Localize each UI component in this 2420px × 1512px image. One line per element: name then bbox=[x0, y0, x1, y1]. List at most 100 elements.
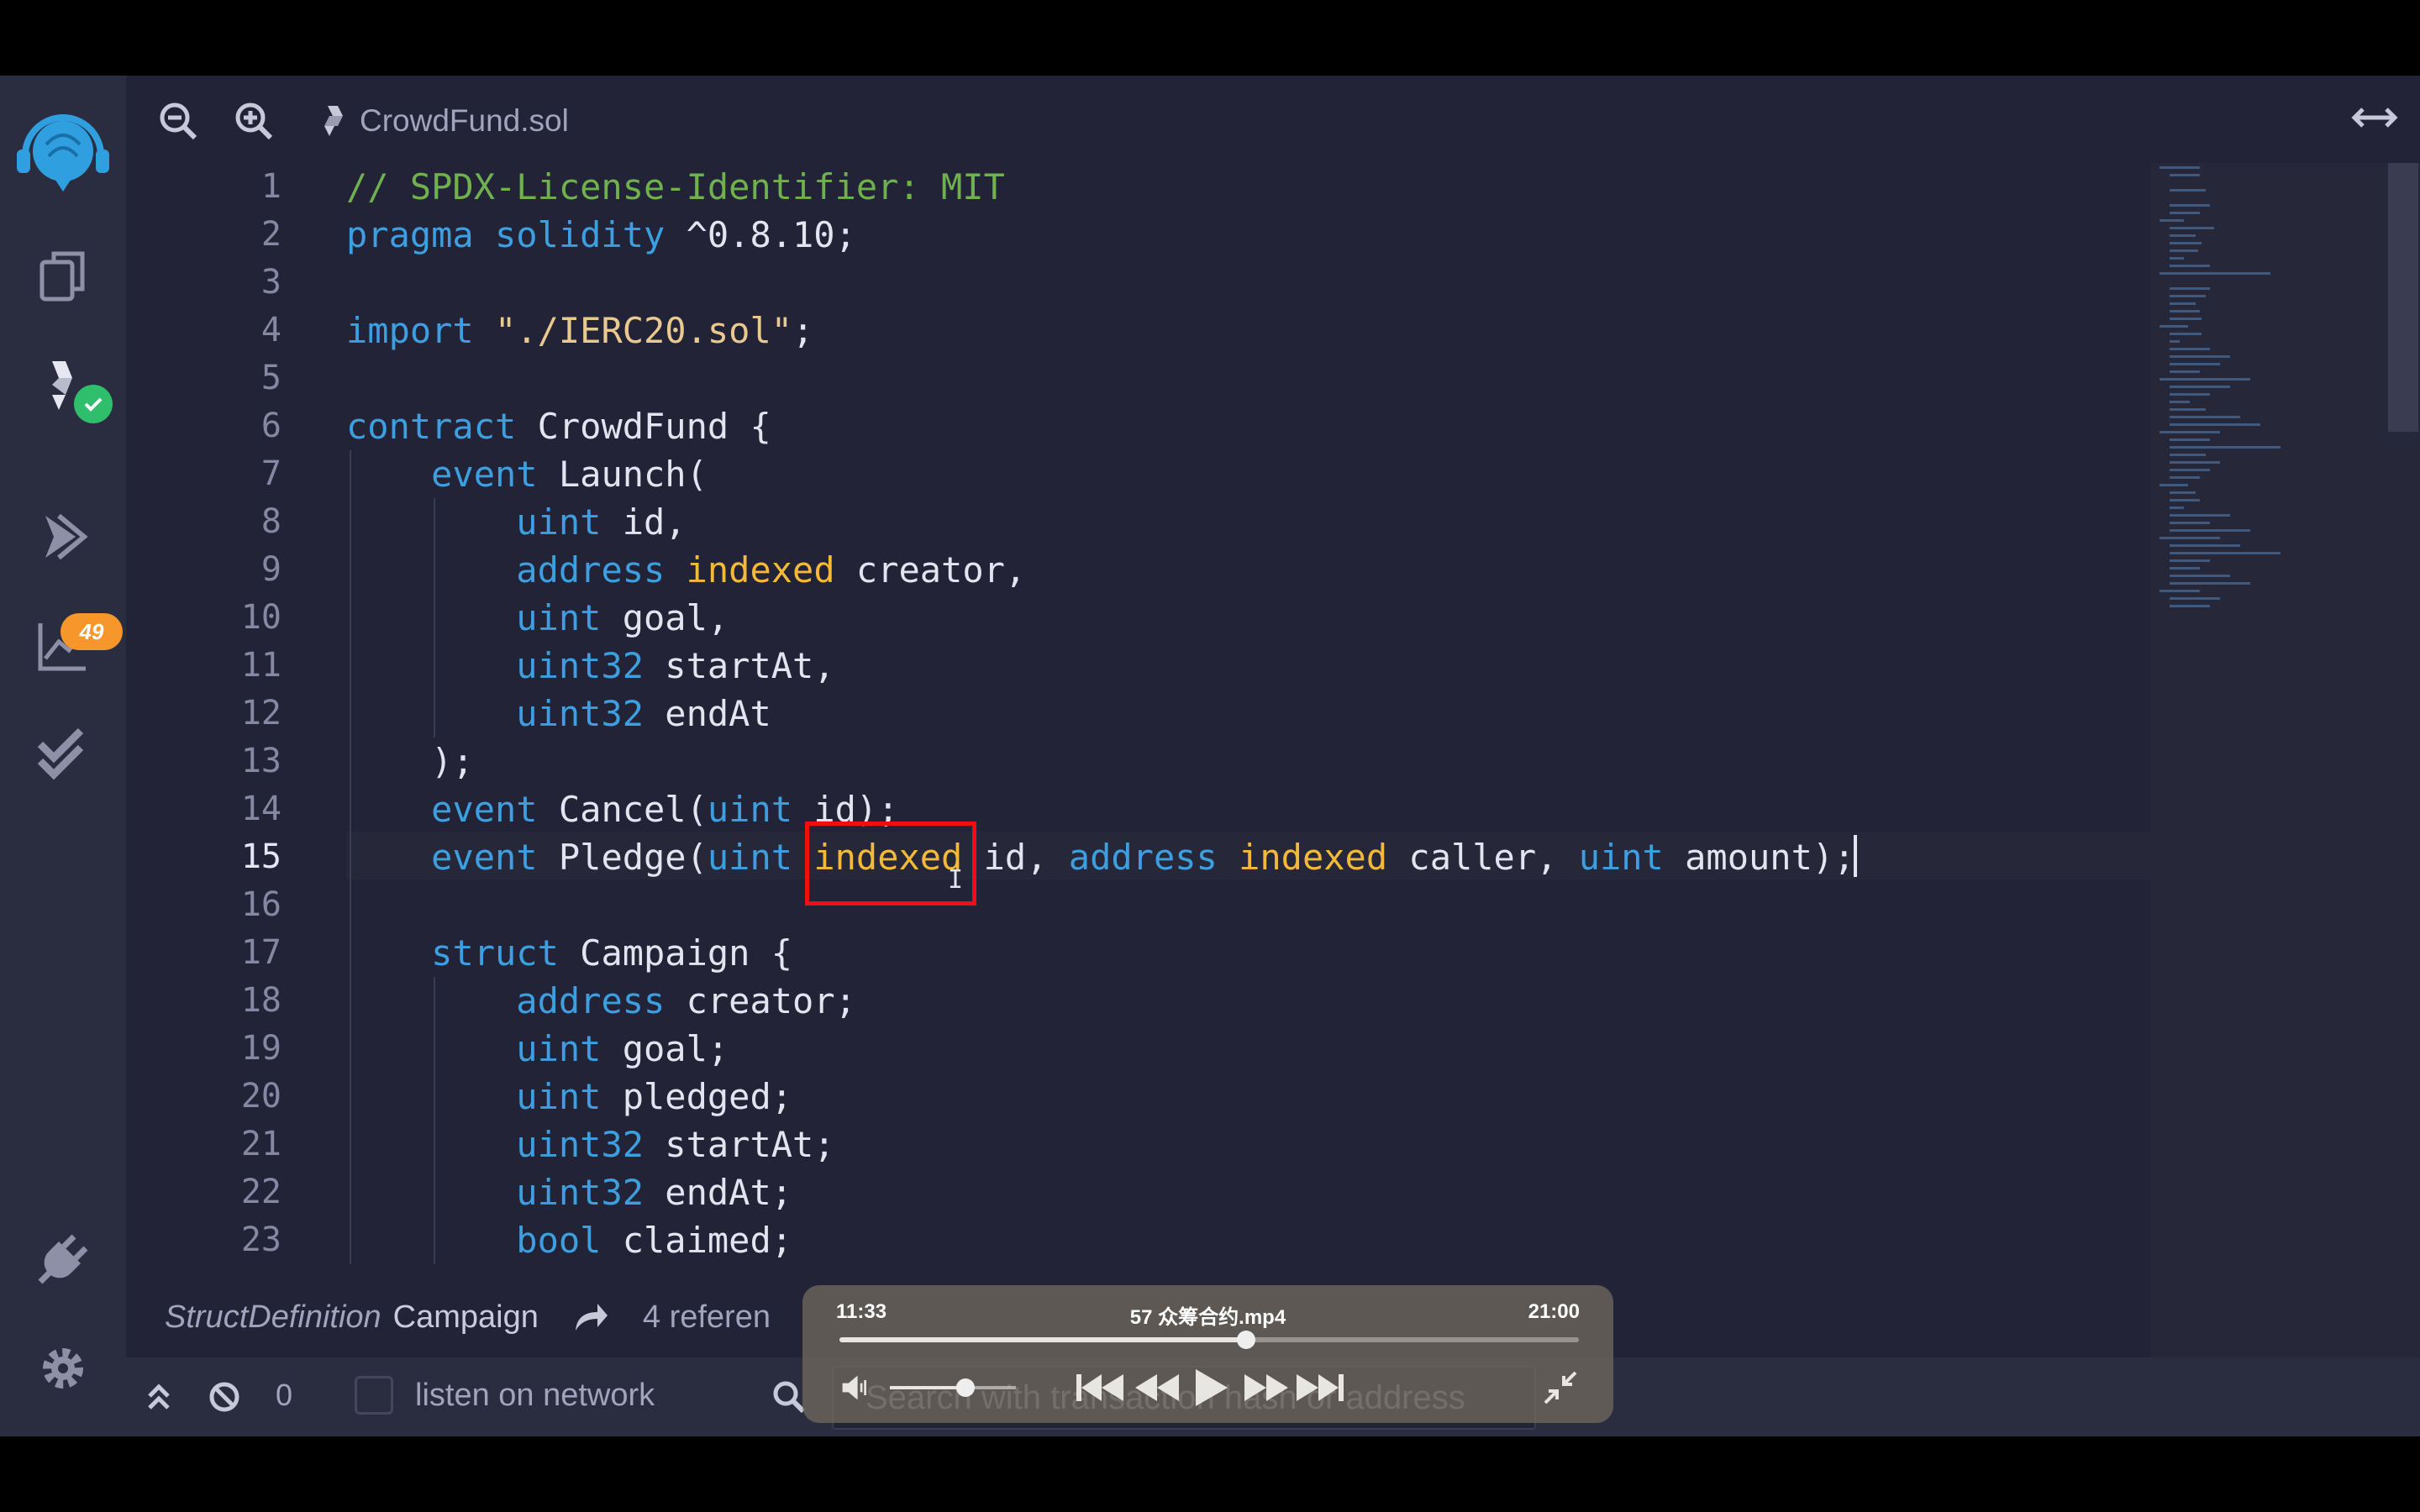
tab-crowdfund-sol[interactable]: CrowdFund.sol bbox=[319, 97, 569, 144]
line-number: 5 bbox=[260, 359, 281, 397]
expand-terminal-icon[interactable] bbox=[138, 1376, 180, 1418]
code-content[interactable]: // SPDX-License-Identifier: MIT pragma so… bbox=[346, 163, 2151, 1356]
editor-scrollbar[interactable] bbox=[2386, 163, 2420, 1436]
rewind-icon[interactable] bbox=[1134, 1369, 1181, 1406]
skip-forward-icon[interactable] bbox=[1295, 1369, 1345, 1406]
text-caret bbox=[1854, 835, 1857, 877]
code-line: struct Campaign { bbox=[346, 929, 792, 977]
volume-icon[interactable] bbox=[839, 1369, 870, 1406]
minimap-line bbox=[2170, 393, 2210, 396]
line-number-gutter: 1 2 3 4 5 6 7 8 9 10 11 12 13 14 15 16 17 18 19 20 21 22 23 bbox=[126, 163, 294, 1356]
file-explorer-icon[interactable] bbox=[30, 244, 96, 309]
minimap-line bbox=[2170, 227, 2214, 229]
progress-fill bbox=[839, 1337, 1246, 1342]
minimap-line bbox=[2170, 476, 2200, 479]
code-token: startAt; bbox=[644, 1124, 835, 1165]
minimap-line bbox=[2170, 507, 2184, 509]
code-token: startAt, bbox=[644, 645, 835, 686]
minimap-line bbox=[2160, 219, 2184, 222]
minimap-line bbox=[2170, 265, 2210, 267]
code-line: ); bbox=[346, 738, 474, 785]
minimap-line bbox=[2170, 189, 2207, 192]
plugin-manager-icon[interactable] bbox=[30, 1226, 96, 1292]
minimap-line bbox=[2170, 552, 2281, 554]
fast-forward-icon[interactable] bbox=[1243, 1369, 1290, 1406]
volume-slider[interactable] bbox=[890, 1378, 1016, 1397]
code-token: creator, bbox=[834, 549, 1027, 591]
remix-ide-window: 49 CrowdFund.sol 1 2 3 4 5 6 7 8 9 10 11 12 13 14 15 16… bbox=[0, 76, 2420, 1436]
minimap-line bbox=[2170, 401, 2190, 403]
code-token: ^0.8.10; bbox=[665, 214, 856, 255]
code-token: uint32 bbox=[516, 693, 644, 734]
code-line: // SPDX-License-Identifier: MIT bbox=[346, 163, 1005, 211]
code-token: // SPDX-License-Identifier: MIT bbox=[346, 166, 1005, 207]
video-player-overlay[interactable]: 11:33 57 众筹合约.mp4 21:00 bbox=[802, 1285, 1613, 1423]
minimap-line bbox=[2170, 174, 2200, 176]
minimap-line bbox=[2160, 378, 2250, 381]
minimap-line bbox=[2170, 204, 2210, 207]
skip-back-icon[interactable] bbox=[1075, 1369, 1125, 1406]
line-number: 23 bbox=[240, 1221, 281, 1259]
indent-guide bbox=[434, 977, 435, 1264]
code-line: event Pledge(uint indexed id, address in… bbox=[346, 833, 1854, 881]
code-token: address bbox=[1068, 837, 1218, 878]
code-minimap[interactable] bbox=[2151, 163, 2386, 1436]
line-number: 1 bbox=[260, 167, 281, 206]
zoom-out-icon[interactable] bbox=[155, 97, 202, 144]
go-to-definition-icon[interactable] bbox=[572, 1300, 609, 1334]
code-token: event bbox=[431, 454, 538, 495]
line-number: 12 bbox=[240, 694, 281, 732]
code-token: caller, bbox=[1387, 837, 1579, 878]
minimap-line bbox=[2160, 166, 2200, 169]
listen-network-checkbox[interactable] bbox=[355, 1376, 393, 1415]
line-number: 21 bbox=[240, 1125, 281, 1163]
minimap-line bbox=[2170, 469, 2210, 471]
code-line: import "./IERC20.sol"; bbox=[346, 307, 813, 354]
code-token: goal; bbox=[601, 1028, 729, 1069]
deploy-run-icon[interactable] bbox=[30, 504, 96, 570]
code-line: uint32 endAt bbox=[346, 690, 771, 738]
code-token: endAt; bbox=[644, 1172, 793, 1213]
line-number: 10 bbox=[240, 598, 281, 637]
line-number: 18 bbox=[240, 981, 281, 1020]
line-number: 13 bbox=[240, 742, 281, 780]
code-line: bool claimed; bbox=[346, 1216, 792, 1264]
definition-kind: StructDefinition bbox=[165, 1299, 381, 1335]
progress-handle[interactable] bbox=[1237, 1331, 1255, 1349]
volume-handle[interactable] bbox=[956, 1378, 975, 1397]
indent-guide bbox=[350, 450, 351, 1264]
testing-double-check-icon[interactable] bbox=[30, 722, 96, 788]
zoom-in-icon[interactable] bbox=[230, 97, 277, 144]
scrollbar-thumb[interactable] bbox=[2388, 163, 2418, 432]
code-editor[interactable]: 1 2 3 4 5 6 7 8 9 10 11 12 13 14 15 16 17 18 19 20 21 22 23 //… bbox=[126, 163, 2151, 1356]
play-icon[interactable] bbox=[1192, 1369, 1229, 1406]
settings-gear-icon[interactable] bbox=[30, 1336, 96, 1401]
minimap-line bbox=[2170, 295, 2207, 297]
code-token: uint bbox=[516, 597, 602, 638]
minimap-line bbox=[2160, 431, 2220, 433]
total-time: 21:00 bbox=[1528, 1300, 1580, 1323]
minimap-line bbox=[2170, 491, 2196, 494]
code-token: pragma solidity bbox=[346, 214, 666, 255]
playback-progress-bar[interactable] bbox=[839, 1331, 1579, 1349]
line-number: 16 bbox=[240, 885, 281, 924]
minimap-line bbox=[2170, 302, 2196, 305]
code-token: uint32 bbox=[516, 1124, 644, 1165]
references-count[interactable]: 4 referen bbox=[643, 1299, 771, 1336]
code-line: uint32 startAt; bbox=[346, 1121, 835, 1168]
clear-console-icon[interactable] bbox=[203, 1376, 245, 1418]
expand-horizontal-icon[interactable] bbox=[2349, 101, 2400, 134]
remix-logo-icon[interactable] bbox=[8, 92, 118, 202]
code-token: address bbox=[516, 980, 666, 1021]
code-token: uint bbox=[516, 1028, 602, 1069]
code-token: endAt bbox=[644, 693, 771, 734]
minimap-line bbox=[2170, 461, 2220, 464]
line-number: 9 bbox=[260, 550, 281, 589]
code-line: uint id, bbox=[346, 498, 686, 546]
exit-fullscreen-icon[interactable] bbox=[1542, 1369, 1579, 1406]
